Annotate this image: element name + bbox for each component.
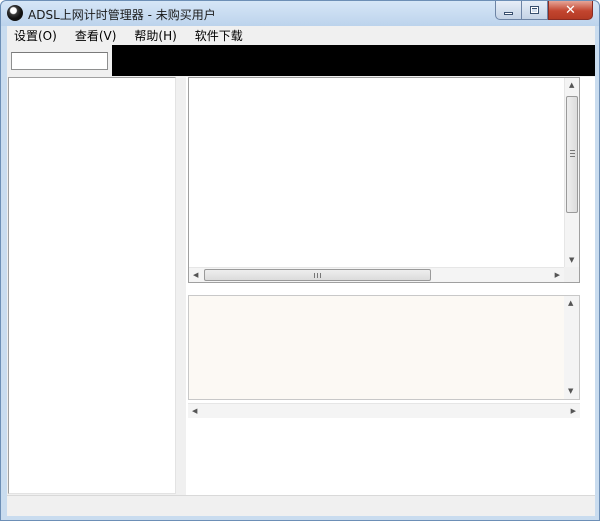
scroll-up-arrow-icon[interactable]: ▲	[569, 82, 574, 89]
minimize-button[interactable]	[495, 1, 522, 20]
menu-view[interactable]: 查看(V)	[69, 27, 123, 44]
scroll-down-arrow-icon[interactable]: ▼	[568, 388, 573, 395]
menu-software-download[interactable]: 软件下载	[189, 27, 249, 44]
grip-icon	[570, 150, 575, 157]
maximize-icon	[530, 6, 539, 14]
status-bar	[7, 495, 595, 516]
scroll-right-arrow-icon[interactable]: ▶	[571, 408, 576, 415]
list-vertical-scrollbar[interactable]: ▲ ▼	[564, 78, 579, 268]
list-horizontal-scrollbar[interactable]: ◀ ▶	[189, 267, 564, 282]
window-controls: ✕	[495, 1, 593, 20]
log-text-pane[interactable]: ▲ ▼	[188, 295, 580, 400]
scroll-down-arrow-icon[interactable]: ▼	[569, 257, 574, 264]
scroll-up-arrow-icon[interactable]: ▲	[568, 300, 573, 307]
toolbar	[7, 45, 595, 78]
scroll-left-arrow-icon[interactable]: ◀	[192, 408, 197, 415]
record-list-pane[interactable]: ▲ ▼ ◀ ▶	[188, 77, 580, 283]
log-horizontal-scrollbar[interactable]: ◀ ▶	[188, 403, 580, 418]
scrollbar-corner	[564, 267, 579, 282]
list-vertical-scroll-thumb[interactable]	[566, 96, 578, 213]
window-title: ADSL上网计时管理器 - 未购买用户	[28, 8, 216, 22]
client-area: 设置(O) 查看(V) 帮助(H) 软件下载 ▲ ▼ ◀ ▶ ▲ ▼ ◀ ▶	[7, 26, 595, 516]
left-tree-pane[interactable]	[8, 77, 176, 494]
log-vertical-scrollbar[interactable]: ▲ ▼	[564, 296, 579, 399]
menu-help[interactable]: 帮助(H)	[128, 27, 182, 44]
scroll-right-arrow-icon[interactable]: ▶	[555, 272, 560, 279]
grip-icon	[314, 273, 321, 278]
app-window: ADSL上网计时管理器 - 未购买用户 ✕ 设置(O) 查看(V) 帮助(H) …	[0, 0, 600, 521]
right-content-area: ▲ ▼ ◀ ▶ ▲ ▼ ◀ ▶	[186, 77, 595, 495]
title-bar[interactable]: ADSL上网计时管理器 - 未购买用户 ✕	[1, 1, 599, 26]
minimize-icon	[504, 11, 513, 15]
close-button[interactable]: ✕	[548, 1, 593, 20]
maximize-button[interactable]	[522, 1, 548, 20]
app-logo-icon[interactable]	[7, 5, 23, 21]
status-input[interactable]	[11, 52, 108, 70]
close-icon: ✕	[565, 2, 576, 18]
menu-bar: 设置(O) 查看(V) 帮助(H) 软件下载	[7, 26, 595, 45]
timer-display-panel	[112, 45, 595, 76]
list-horizontal-scroll-thumb[interactable]	[204, 269, 431, 281]
menu-settings[interactable]: 设置(O)	[8, 27, 63, 44]
scroll-left-arrow-icon[interactable]: ◀	[193, 272, 198, 279]
